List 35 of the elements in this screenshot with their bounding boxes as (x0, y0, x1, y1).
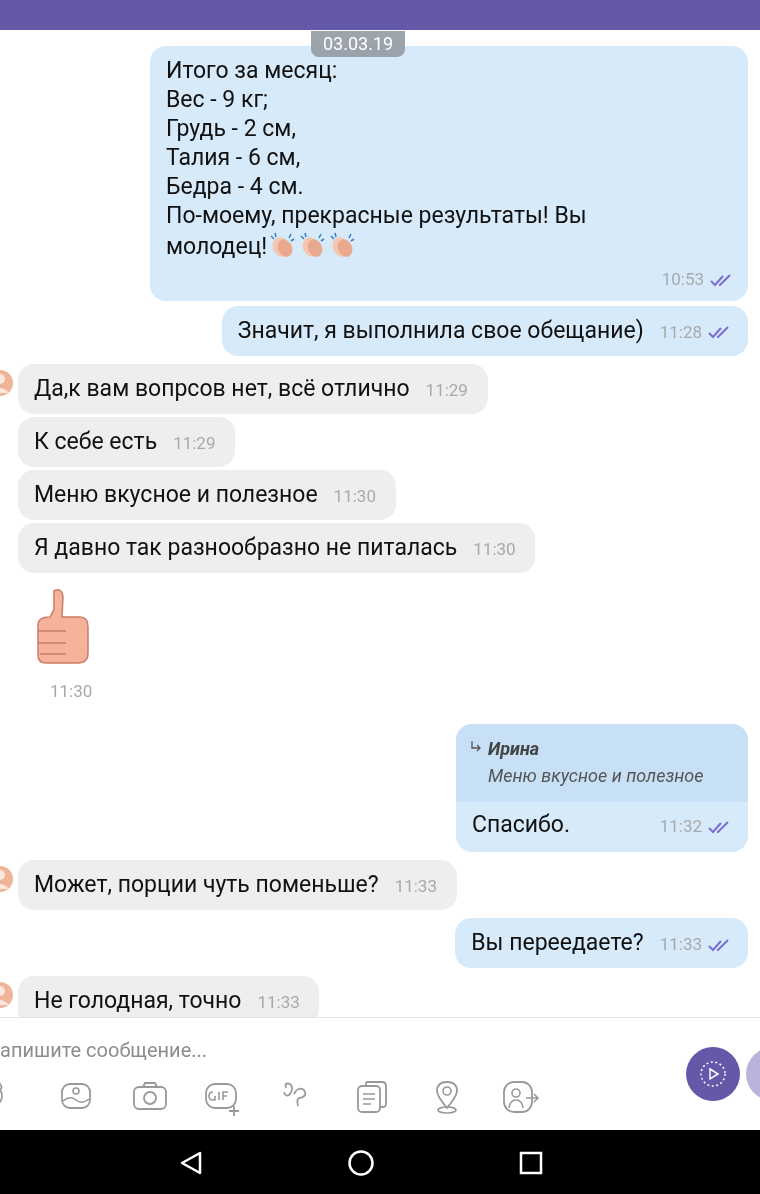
quote-author: Ирина (488, 737, 541, 761)
send-button[interactable] (686, 1047, 740, 1101)
message-time: 11:33 (394, 875, 437, 898)
message-time: 11:33 (257, 991, 300, 1014)
reply-arrow-icon (470, 740, 482, 752)
message-text: Итого за месяц: Вес - 9 кг; Грудь - 2 см, Талия - 6 см, Бедра - 4 см. По-моему, прекрасные результаты! Вы молодец! (165, 56, 588, 261)
message-time: 11:29 (173, 431, 216, 455)
quote-text: Меню вкусное и полезное (488, 764, 704, 788)
recents-icon[interactable] (519, 1151, 543, 1175)
avatar[interactable] (0, 980, 14, 1010)
avatar[interactable] (0, 367, 14, 398)
message-time: 11:30 (473, 537, 516, 561)
message-text: Не голодная, точно (34, 986, 242, 1016)
date-badge: 03.03.19 (311, 31, 406, 57)
message-text: Я давно так разнообразно не питалась (34, 532, 458, 563)
message-time: 11:30 (333, 484, 376, 508)
message-time: 11:33 (659, 933, 702, 956)
home-icon[interactable] (347, 1149, 375, 1177)
message-input[interactable]: апишите сообщение... (0, 1035, 640, 1065)
message-text: К себе есть (34, 426, 158, 457)
gif-icon[interactable] (204, 1080, 242, 1118)
message-text: Да,к вам вопрсов нет, всё отлично (34, 373, 410, 404)
message-text: Значит, я выполнила свое обещание) (237, 315, 644, 346)
play-icon (699, 1060, 727, 1088)
message-time: 10:53 (661, 268, 704, 291)
back-icon[interactable] (178, 1150, 204, 1176)
message-time: 11:29 (425, 378, 468, 402)
message-text: Вы переедаете? (471, 928, 644, 958)
message-text: Спасибо. (472, 810, 570, 840)
message-text: Меню вкусное и полезное (34, 479, 318, 510)
message-time: 11:28 (659, 320, 702, 344)
message-text: Может, порции чуть поменьше? (34, 870, 379, 900)
message-time: 11:30 (50, 679, 93, 703)
message-time: 11:32 (659, 815, 702, 838)
avatar[interactable] (0, 864, 14, 894)
